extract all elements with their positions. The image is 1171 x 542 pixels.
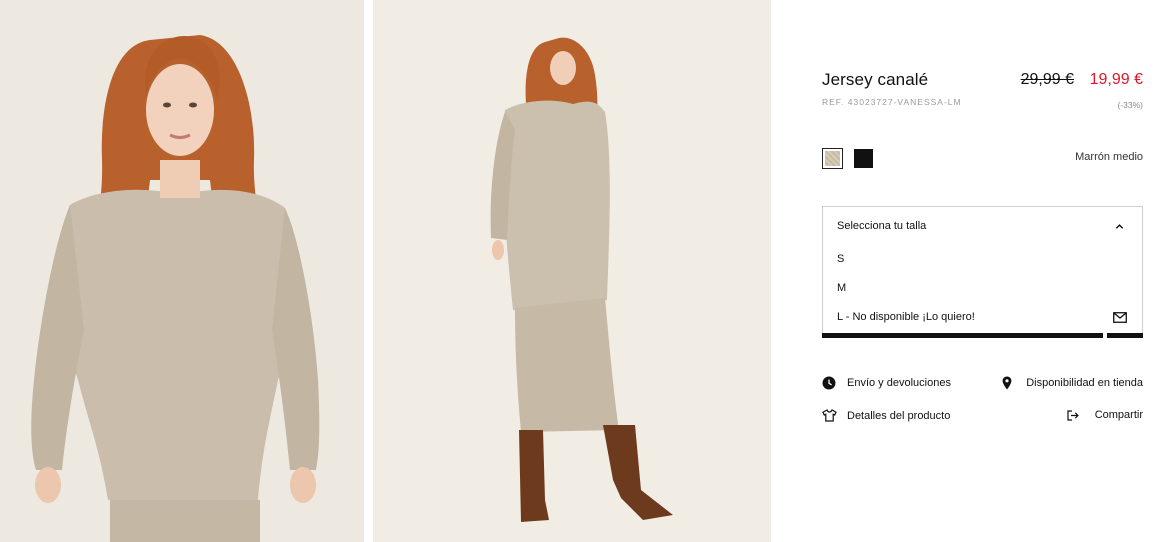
swatch-fill [825, 151, 840, 166]
size-selector-dropdown[interactable]: Selecciona tu talla S M L - No disponibl… [822, 206, 1143, 333]
product-reference: REF. 43023727-VANESSA-LM [822, 97, 962, 107]
mail-icon[interactable] [1113, 312, 1127, 323]
shipping-returns-link[interactable]: Envío y devoluciones [822, 376, 951, 390]
product-photo-front-image [0, 0, 364, 542]
clock-icon [822, 376, 836, 390]
sale-price: 19,99 € [1089, 71, 1143, 88]
size-option-m[interactable]: M [837, 282, 846, 294]
shipping-returns-label: Envío y devoluciones [847, 377, 951, 389]
color-swatch-marron-medio[interactable] [822, 148, 843, 169]
original-price: 29,99 € [1020, 71, 1074, 88]
tshirt-icon [822, 409, 837, 422]
color-swatch-negro[interactable] [854, 149, 873, 168]
product-info-panel: Jersey canalé REF. 43023727-VANESSA-LM 2… [822, 0, 1143, 542]
location-pin-icon [1002, 376, 1012, 390]
share-icon [1067, 409, 1079, 421]
selected-color-name: Marrón medio [1075, 151, 1143, 163]
discount-badge: (-33%) [1117, 100, 1143, 110]
add-to-bag-bar[interactable] [822, 333, 1103, 338]
store-availability-link[interactable]: Disponibilidad en tienda [1002, 376, 1143, 390]
product-title: Jersey canalé [822, 70, 929, 89]
product-details-link[interactable]: Detalles del producto [822, 409, 950, 422]
chevron-up-icon[interactable] [1115, 222, 1124, 231]
product-details-label: Detalles del producto [847, 409, 951, 422]
product-photo-full[interactable] [373, 0, 771, 542]
size-option-s[interactable]: S [837, 253, 844, 265]
share-label: Compartir [1094, 409, 1143, 421]
product-photo-front[interactable] [0, 0, 364, 542]
wishlist-bar[interactable] [1107, 333, 1143, 338]
size-option-l[interactable]: L - No disponible ¡Lo quiero! [837, 311, 975, 323]
size-selector-header[interactable]: Selecciona tu talla [837, 220, 926, 232]
store-availability-label: Disponibilidad en tienda [1026, 377, 1143, 389]
product-photo-full-image [373, 0, 771, 542]
share-link[interactable]: Compartir [1067, 409, 1143, 421]
